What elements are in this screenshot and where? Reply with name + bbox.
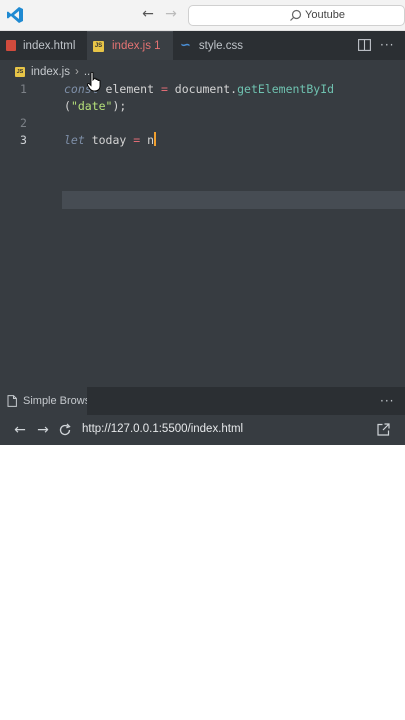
line-number: 3 <box>20 133 27 147</box>
line-number: 1 <box>20 82 27 96</box>
breadcrumb-file[interactable]: index.js <box>31 66 70 78</box>
tab-index-js[interactable]: JS index.js 1 <box>87 31 173 60</box>
string-literal: "date" <box>70 99 113 113</box>
title-bar: ← → Youtube <box>0 0 405 31</box>
command-center-text: Youtube <box>305 9 345 21</box>
split-editor-icon[interactable] <box>358 39 371 51</box>
text-cursor <box>154 132 157 146</box>
punctuation: ( <box>64 99 71 113</box>
line-number: 2 <box>20 116 27 130</box>
open-external-icon[interactable] <box>377 423 390 436</box>
search-icon <box>290 9 302 21</box>
identifier: document. <box>167 82 238 96</box>
code-line-1-wrap[interactable]: ("date"); <box>64 98 126 114</box>
js-file-icon: JS <box>93 40 104 52</box>
editor-tab-bar: index.html JS index.js 1 ∽ style.css ··· <box>0 31 405 60</box>
tab-index-html[interactable]: index.html <box>0 31 87 60</box>
identifier: n <box>140 133 155 147</box>
mouse-pointer-icon <box>87 72 101 92</box>
forward-arrow-icon[interactable]: → <box>163 6 179 24</box>
more-actions-icon[interactable]: ··· <box>380 37 396 53</box>
tab-label: index.js 1 <box>112 40 161 52</box>
html-file-icon <box>6 40 16 51</box>
vscode-logo-icon[interactable] <box>6 6 24 24</box>
code-editor[interactable]: JS index.js › ... 1 2 3 const element = … <box>0 60 405 387</box>
identifier: today <box>84 133 134 147</box>
code-line-1[interactable]: const element = document.getElementById <box>64 81 334 97</box>
current-line-highlight <box>62 191 405 209</box>
forward-arrow-icon[interactable]: → <box>35 421 51 439</box>
code-line-3[interactable]: let today = n <box>64 132 157 148</box>
css-file-icon: ∽ <box>180 38 191 53</box>
back-arrow-icon[interactable]: ← <box>12 421 28 439</box>
chevron-right-icon: › <box>75 66 79 78</box>
tab-simple-browser[interactable]: Simple Browser <box>0 387 87 415</box>
reload-icon[interactable] <box>58 423 72 437</box>
address-bar[interactable]: http://127.0.0.1:5500/index.html <box>82 423 243 435</box>
identifier: element <box>98 82 161 96</box>
panel-tab-bar: Simple Browser ··· <box>0 387 405 415</box>
js-file-icon: JS <box>15 67 25 77</box>
file-icon <box>7 395 17 407</box>
operator: = <box>160 82 168 96</box>
simple-browser-toolbar: ← → http://127.0.0.1:5500/index.html <box>0 415 405 445</box>
browser-preview-content[interactable] <box>0 445 405 720</box>
breadcrumb: JS index.js › ... <box>15 64 93 80</box>
command-center-search[interactable]: Youtube <box>188 5 405 26</box>
function-name: getElementById <box>237 82 335 96</box>
tab-style-css[interactable]: ∽ style.css <box>173 31 263 60</box>
tab-label: style.css <box>198 39 243 52</box>
tab-label: index.html <box>23 39 76 52</box>
more-actions-icon[interactable]: ··· <box>380 393 394 409</box>
back-arrow-icon[interactable]: ← <box>140 6 156 24</box>
keyword: let <box>64 133 85 147</box>
punctuation: ); <box>112 99 127 113</box>
tab-label: Simple Browser <box>23 395 87 407</box>
